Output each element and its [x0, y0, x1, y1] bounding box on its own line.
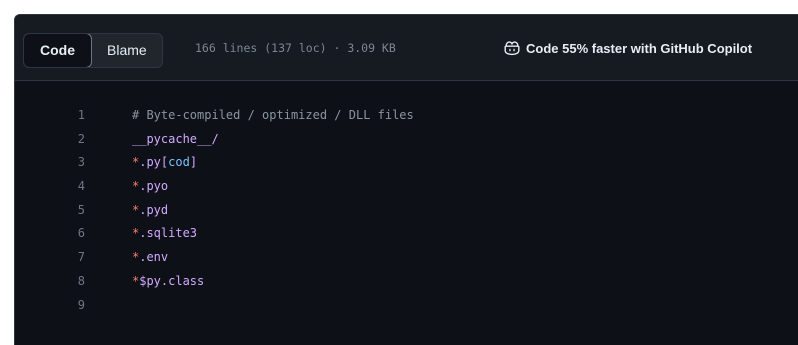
code-line: 5 *.pyd [15, 199, 798, 223]
line-content: *$py.class [85, 270, 204, 294]
code-token: .env [139, 250, 169, 265]
view-switcher: Code Blame [23, 33, 163, 68]
code-token: .py[ [139, 155, 169, 170]
line-content [85, 294, 132, 318]
code-line: 4 *.pyo [15, 175, 798, 199]
copilot-label: Code 55% faster with GitHub Copilot [526, 40, 753, 56]
code-line: 9 [15, 294, 798, 318]
line-content: *.env [85, 246, 168, 270]
code-line: 8 *$py.class [15, 270, 798, 294]
code-token: cod [168, 155, 190, 170]
code-token: ] [189, 155, 198, 170]
code-token: # Byte-compiled / optimized / DLL files [132, 108, 414, 122]
code-line: 7 *.env [15, 246, 798, 270]
line-content: __pycache__/ [85, 128, 219, 152]
line-content: *.pyd [85, 199, 168, 223]
file-viewer: Code Blame 166 lines (137 loc) · 3.09 KB… [14, 14, 798, 345]
line-number[interactable]: 1 [15, 104, 85, 128]
page: Code Blame 166 lines (137 loc) · 3.09 KB… [0, 0, 798, 345]
code-line: 2 __pycache__/ [15, 128, 798, 152]
code-tab[interactable]: Code [23, 34, 92, 67]
line-number[interactable]: 4 [15, 175, 85, 199]
code-line: 3 *.py[cod] [15, 151, 798, 175]
file-meta: 166 lines (137 loc) · 3.09 KB [195, 41, 396, 55]
copilot-icon [503, 40, 521, 56]
code-token: __pycache__/ [132, 131, 219, 146]
line-number[interactable]: 3 [15, 151, 85, 175]
file-toolbar: Code Blame 166 lines (137 loc) · 3.09 KB… [15, 15, 798, 81]
code-token: .sqlite3 [139, 226, 198, 241]
blame-tab[interactable]: Blame [92, 34, 162, 67]
line-content: # Byte-compiled / optimized / DLL files [85, 104, 414, 128]
copilot-promo-link[interactable]: Code 55% faster with GitHub Copilot [503, 40, 752, 56]
line-number[interactable]: 7 [15, 246, 85, 270]
line-number[interactable]: 2 [15, 128, 85, 152]
code-token: .pyo [139, 179, 169, 194]
line-number[interactable]: 5 [15, 199, 85, 223]
code-line: 1 # Byte-compiled / optimized / DLL files [15, 104, 798, 128]
line-number[interactable]: 8 [15, 270, 85, 294]
code-token: $py.class [139, 273, 205, 288]
code-token: .pyd [139, 202, 169, 217]
code-view: 1 # Byte-compiled / optimized / DLL files… [15, 104, 798, 317]
line-content: *.py[cod] [85, 151, 197, 175]
line-content: *.sqlite3 [85, 222, 197, 246]
line-content: *.pyo [85, 175, 168, 199]
line-number[interactable]: 6 [15, 222, 85, 246]
code-line: 6 *.sqlite3 [15, 222, 798, 246]
line-number[interactable]: 9 [15, 294, 85, 318]
